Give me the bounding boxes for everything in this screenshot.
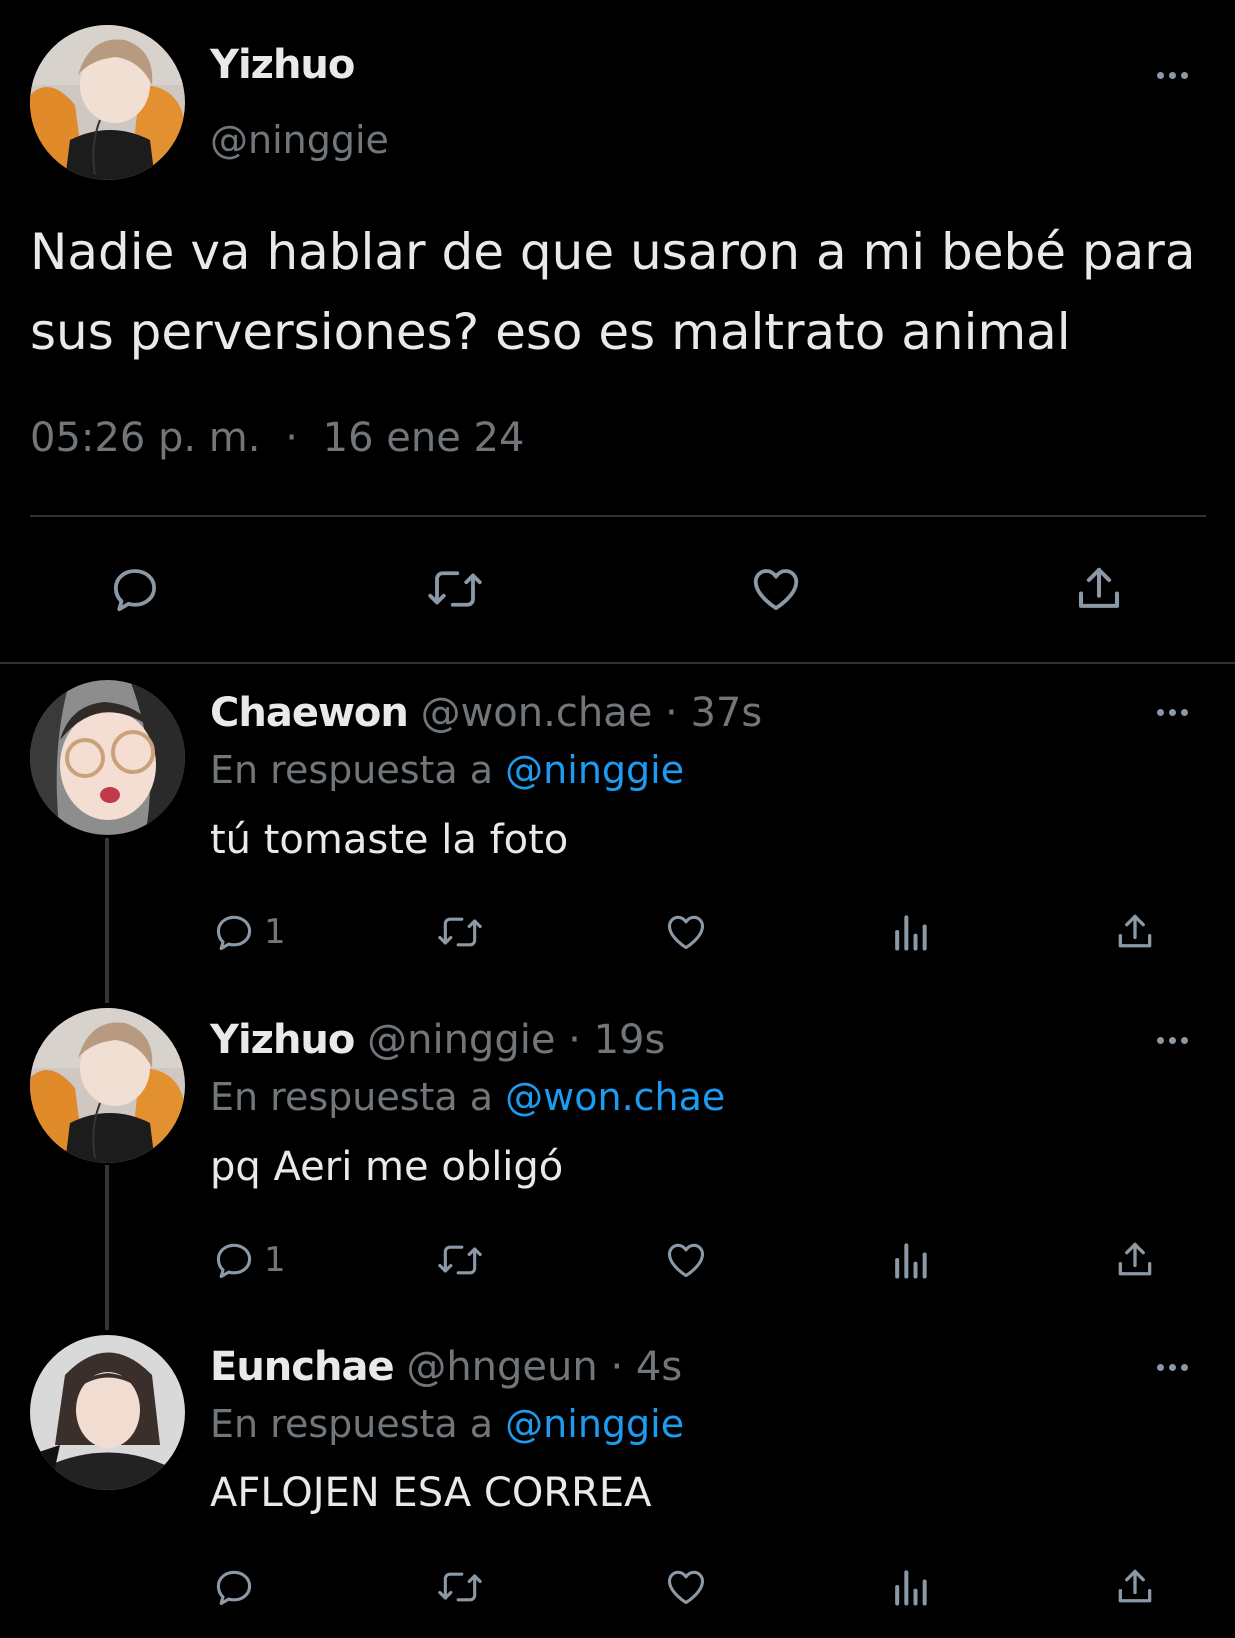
more-options-icon[interactable] [1152,1030,1192,1050]
share-button[interactable] [1072,562,1126,616]
retweet-button[interactable] [435,1565,485,1609]
meta-separator: · [285,415,298,461]
share-button[interactable] [1113,1238,1157,1282]
share-icon [1118,1569,1152,1603]
more-options-icon[interactable] [1152,65,1192,85]
avatar-eunchae[interactable] [30,1335,185,1490]
tweet-date: 16 ene 24 [322,415,525,461]
reply-author-name[interactable]: Eunchae [210,1344,395,1390]
reply-header: Eunchae @hngeun · 4s [210,1344,682,1390]
reply-prefix: En respuesta a [210,748,494,792]
avatar-chaewon[interactable] [30,680,185,835]
more-options-icon[interactable] [1152,1357,1192,1377]
reply-text: AFLOJEN ESA CORREA [210,1470,652,1516]
like-icon [667,1570,705,1605]
views-icon [895,915,927,951]
reply-text: pq Aeri me obligó [210,1144,564,1190]
reply-prefix: En respuesta a [210,1402,494,1446]
like-icon [753,569,799,611]
reply-button[interactable]: 1 [212,1238,286,1282]
reply-icon [216,1570,252,1606]
reply-button[interactable]: 1 [212,910,286,954]
author-handle[interactable]: @ninggie [210,118,389,162]
tweet-time: 05:26 p. m. [30,415,261,461]
reply-icon [216,1243,252,1279]
reply-text: tú tomaste la foto [210,817,569,863]
thread-line [105,838,109,1003]
share-icon [1118,1242,1152,1276]
reply-time[interactable]: 19s [594,1017,666,1063]
views-button[interactable] [890,910,930,954]
reply-mention[interactable]: @ninggie [505,1402,684,1446]
meta-separator: · [610,1344,624,1390]
reply-author-name[interactable]: Chaewon [210,690,409,736]
author-name[interactable]: Yizhuo [210,42,355,88]
thread-line [105,1165,109,1330]
views-icon [895,1570,927,1606]
retweet-button[interactable] [435,910,485,954]
share-button[interactable] [1113,910,1157,954]
tweet-timestamp[interactable]: 05:26 p. m. · 16 ene 24 [30,415,524,461]
share-icon [1118,914,1152,948]
reply-author-handle[interactable]: @hngeun [406,1344,597,1390]
retweet-button[interactable] [425,562,485,616]
reply-header: Chaewon @won.chae · 37s [210,690,762,736]
reply-count: 1 [264,1240,286,1280]
reply-button[interactable] [108,562,162,616]
reply-context: En respuesta a @ninggie [210,748,684,792]
retweet-icon [428,571,482,607]
more-options-icon[interactable] [1152,702,1192,722]
share-icon [1078,567,1120,608]
avatar-main[interactable] [30,25,185,180]
views-button[interactable] [890,1565,930,1609]
reply-mention[interactable]: @won.chae [505,1075,725,1119]
like-icon [667,1243,705,1278]
avatar-yizhuo[interactable] [30,1008,185,1163]
reply-author-handle[interactable]: @ninggie [367,1017,555,1063]
like-icon [667,915,705,950]
like-button[interactable] [748,562,804,616]
reply-time[interactable]: 37s [690,690,762,736]
views-button[interactable] [890,1238,930,1282]
reply-time[interactable]: 4s [636,1344,682,1390]
reply-author-name[interactable]: Yizhuo [210,1017,355,1063]
reply-button[interactable] [212,1565,256,1609]
share-button[interactable] [1113,1565,1157,1609]
like-button[interactable] [663,910,709,954]
divider [0,662,1235,664]
like-button[interactable] [663,1238,709,1282]
reply-mention[interactable]: @ninggie [505,748,684,792]
tweet-text: Nadie va hablar de que usaron a mi bebé … [30,223,1196,361]
reply-icon [216,915,252,951]
reply-count: 1 [264,912,286,952]
views-icon [895,1243,927,1279]
retweet-icon [438,1572,482,1602]
meta-separator: · [568,1017,581,1063]
reply-icon [113,569,157,612]
retweet-icon [438,1245,482,1275]
reply-author-handle[interactable]: @won.chae [421,690,653,736]
retweet-icon [438,917,482,947]
reply-context: En respuesta a @ninggie [210,1402,684,1446]
divider [30,515,1206,517]
reply-prefix: En respuesta a [210,1075,494,1119]
retweet-button[interactable] [435,1238,485,1282]
reply-context: En respuesta a @won.chae [210,1075,725,1119]
reply-header: Yizhuo @ninggie · 19s [210,1017,665,1063]
like-button[interactable] [663,1565,709,1609]
meta-separator: · [665,690,678,736]
